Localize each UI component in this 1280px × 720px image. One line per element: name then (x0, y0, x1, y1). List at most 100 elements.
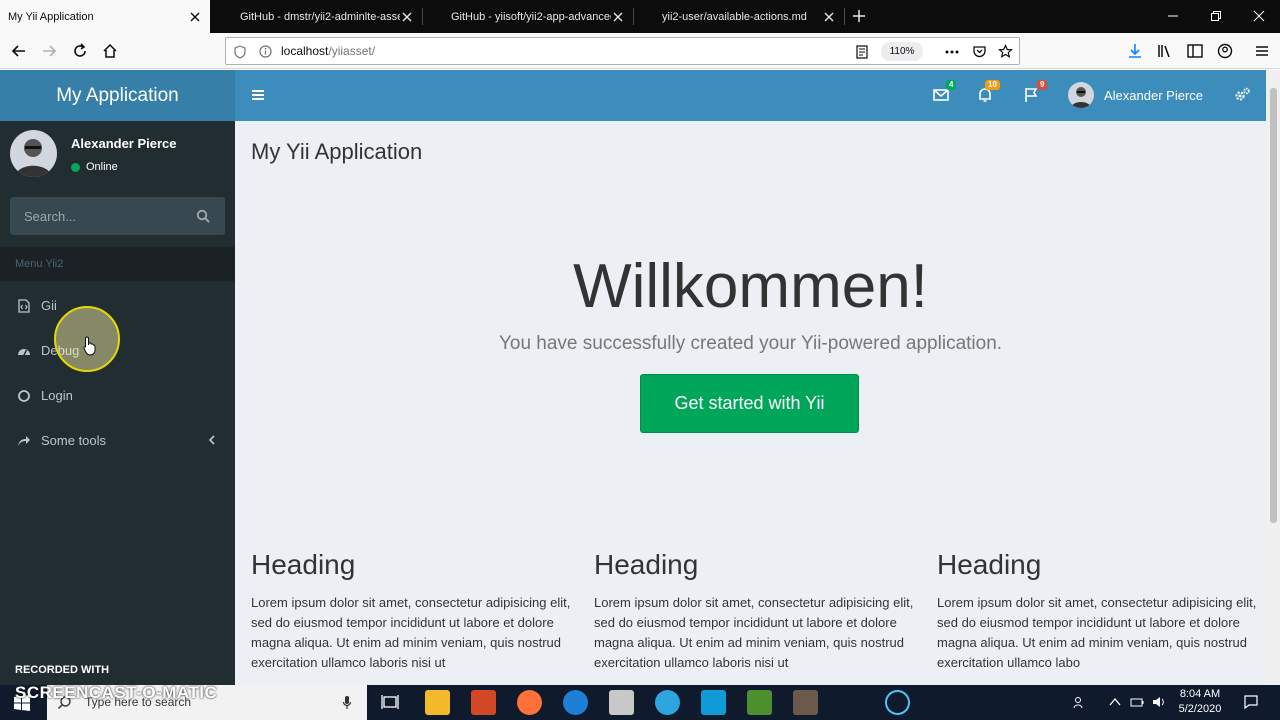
column-text: Lorem ipsum dolor sit amet, consectetur … (594, 595, 914, 670)
tab-github-yii2-app-advanced[interactable]: GitHub - yiisoft/yii2-app-advanced (443, 0, 633, 33)
tab-github-adminlte[interactable]: GitHub - dmstr/yii2-adminlte-asset (232, 0, 422, 33)
sidebar-item-label: Login (41, 388, 73, 403)
tab-title: GitHub - dmstr/yii2-adminlte-asset (240, 10, 400, 23)
recorder-brand-logo: SCREENCAST-O-MATIC (15, 683, 218, 702)
notifications-badge: 10 (985, 80, 1000, 90)
powerpoint-icon[interactable] (471, 690, 496, 715)
user-status: Online (71, 161, 118, 173)
firefox-icon[interactable] (517, 690, 542, 715)
app-icon[interactable] (609, 690, 634, 715)
minimize-icon[interactable] (1166, 9, 1180, 23)
page-title: My Yii Application (251, 139, 423, 164)
account-icon[interactable] (1216, 42, 1234, 60)
sidebar-toggle-bars-icon[interactable] (249, 86, 267, 104)
sidebar-item-login[interactable]: Login (0, 373, 235, 418)
page-scrollbar[interactable] (1266, 70, 1280, 685)
forward-icon[interactable] (40, 42, 58, 60)
column-text: Lorem ipsum dolor sit amet, consectetur … (251, 595, 571, 670)
column-heading: Heading (251, 549, 356, 580)
telegram-icon[interactable] (655, 690, 680, 715)
microphone-icon[interactable] (342, 695, 352, 710)
top-navbar: 4 10 9 Alexander Pierce (235, 70, 1266, 121)
app-icon[interactable] (793, 690, 818, 715)
clock-date: 5/2/2020 (1178, 703, 1222, 715)
hamburger-menu-icon[interactable] (1253, 42, 1271, 60)
tab-yii2-user-actions[interactable]: yii2-user/available-actions.md (654, 0, 844, 33)
sidebar-item-label: Some tools (41, 433, 107, 448)
downloads-icon[interactable] (1126, 42, 1144, 60)
library-icon[interactable] (1156, 42, 1174, 60)
tab-title: yii2-user/available-actions.md (662, 10, 807, 23)
browser-tab-strip: My Yii Application GitHub - dmstr/yii2-a… (0, 0, 1280, 33)
battery-icon[interactable] (1130, 695, 1144, 709)
sidebar-user-avatar (10, 130, 57, 177)
search-icon[interactable] (196, 209, 210, 223)
zoom-level[interactable]: 110% (881, 42, 923, 61)
tab-my-yii-application[interactable]: My Yii Application (0, 0, 210, 33)
close-tab-icon[interactable] (822, 10, 836, 24)
sidebar-toggle-icon[interactable] (1186, 42, 1204, 60)
top-user-avatar[interactable] (1068, 82, 1094, 108)
back-icon[interactable] (10, 42, 28, 60)
restore-icon[interactable] (1209, 9, 1223, 23)
get-started-button[interactable]: Get started with Yii (640, 374, 859, 433)
sidebar-item-gii[interactable]: Gii (0, 283, 235, 328)
jumbotron-heading: Willkommen! (573, 252, 928, 321)
people-icon[interactable] (1073, 695, 1087, 709)
screen-recorder-icon[interactable] (885, 690, 910, 715)
recorded-with-label: RECORDED WITH (15, 664, 110, 676)
taskbar-clock[interactable]: 8:04 AM 5/2/2020 (1175, 687, 1225, 717)
content-column: Heading Lorem ipsum dolor sit amet, cons… (594, 549, 914, 673)
hand-cursor-icon (83, 336, 96, 356)
close-tab-icon[interactable] (188, 10, 202, 24)
close-tab-icon[interactable] (611, 10, 625, 24)
sidebar-user-name: Alexander Pierce (71, 136, 177, 151)
page-actions-icon[interactable] (944, 45, 960, 59)
tab-title: My Yii Application (8, 10, 94, 23)
volume-icon[interactable] (1152, 695, 1166, 709)
web-page: My Application 4 10 9 Alexander Pierce A… (0, 70, 1266, 685)
jumbotron-lead: You have successfully created your Yii-p… (498, 333, 1003, 354)
close-tab-icon[interactable] (400, 10, 414, 24)
reload-icon[interactable] (71, 42, 89, 60)
app-icon[interactable] (701, 690, 726, 715)
tracking-shield-icon[interactable] (234, 45, 246, 59)
chevron-up-icon[interactable] (1108, 695, 1122, 709)
column-heading: Heading (937, 549, 1042, 580)
content-wrapper: My Yii Application Willkommen! You have … (235, 121, 1266, 685)
site-info-icon[interactable] (259, 45, 272, 58)
url-path: /yiiasset/ (328, 44, 376, 58)
reader-view-icon[interactable] (856, 45, 868, 59)
angle-left-icon[interactable] (207, 434, 217, 446)
window-close-icon[interactable] (1252, 9, 1266, 23)
home-icon[interactable] (101, 42, 119, 60)
sidebar-item-label: Gii (41, 298, 57, 313)
gears-icon[interactable] (1233, 86, 1251, 104)
scrollbar-thumb[interactable] (1270, 88, 1277, 523)
task-view-icon[interactable] (381, 694, 399, 710)
file-code-icon (18, 298, 30, 313)
status-text: Online (86, 161, 118, 173)
sidebar-search-input[interactable] (10, 197, 190, 235)
browser-toolbar: localhost/yiiasset/ 110% (0, 33, 1280, 69)
dashboard-icon (18, 348, 30, 355)
top-user-name[interactable]: Alexander Pierce (1104, 88, 1203, 103)
edge-icon[interactable] (563, 690, 588, 715)
messages-badge: 4 (946, 80, 957, 90)
tab-separator (422, 8, 423, 25)
url-text[interactable]: localhost/yiiasset/ (281, 44, 375, 58)
url-host: localhost (281, 44, 329, 58)
column-heading: Heading (594, 549, 699, 580)
url-bar[interactable]: localhost/yiiasset/ 110% (225, 37, 1020, 65)
share-icon (18, 435, 30, 446)
bookmark-star-icon[interactable] (998, 44, 1013, 59)
action-center-icon[interactable] (1243, 694, 1259, 710)
new-tab-icon[interactable] (851, 8, 867, 24)
sidebar-item-some-tools[interactable]: Some tools (0, 418, 235, 463)
pocket-icon[interactable] (972, 44, 987, 59)
app-icon[interactable] (747, 690, 772, 715)
file-explorer-icon[interactable] (425, 690, 450, 715)
content-column: Heading Lorem ipsum dolor sit amet, cons… (251, 549, 571, 673)
tab-separator (844, 8, 845, 25)
app-logo[interactable]: My Application (0, 70, 235, 121)
